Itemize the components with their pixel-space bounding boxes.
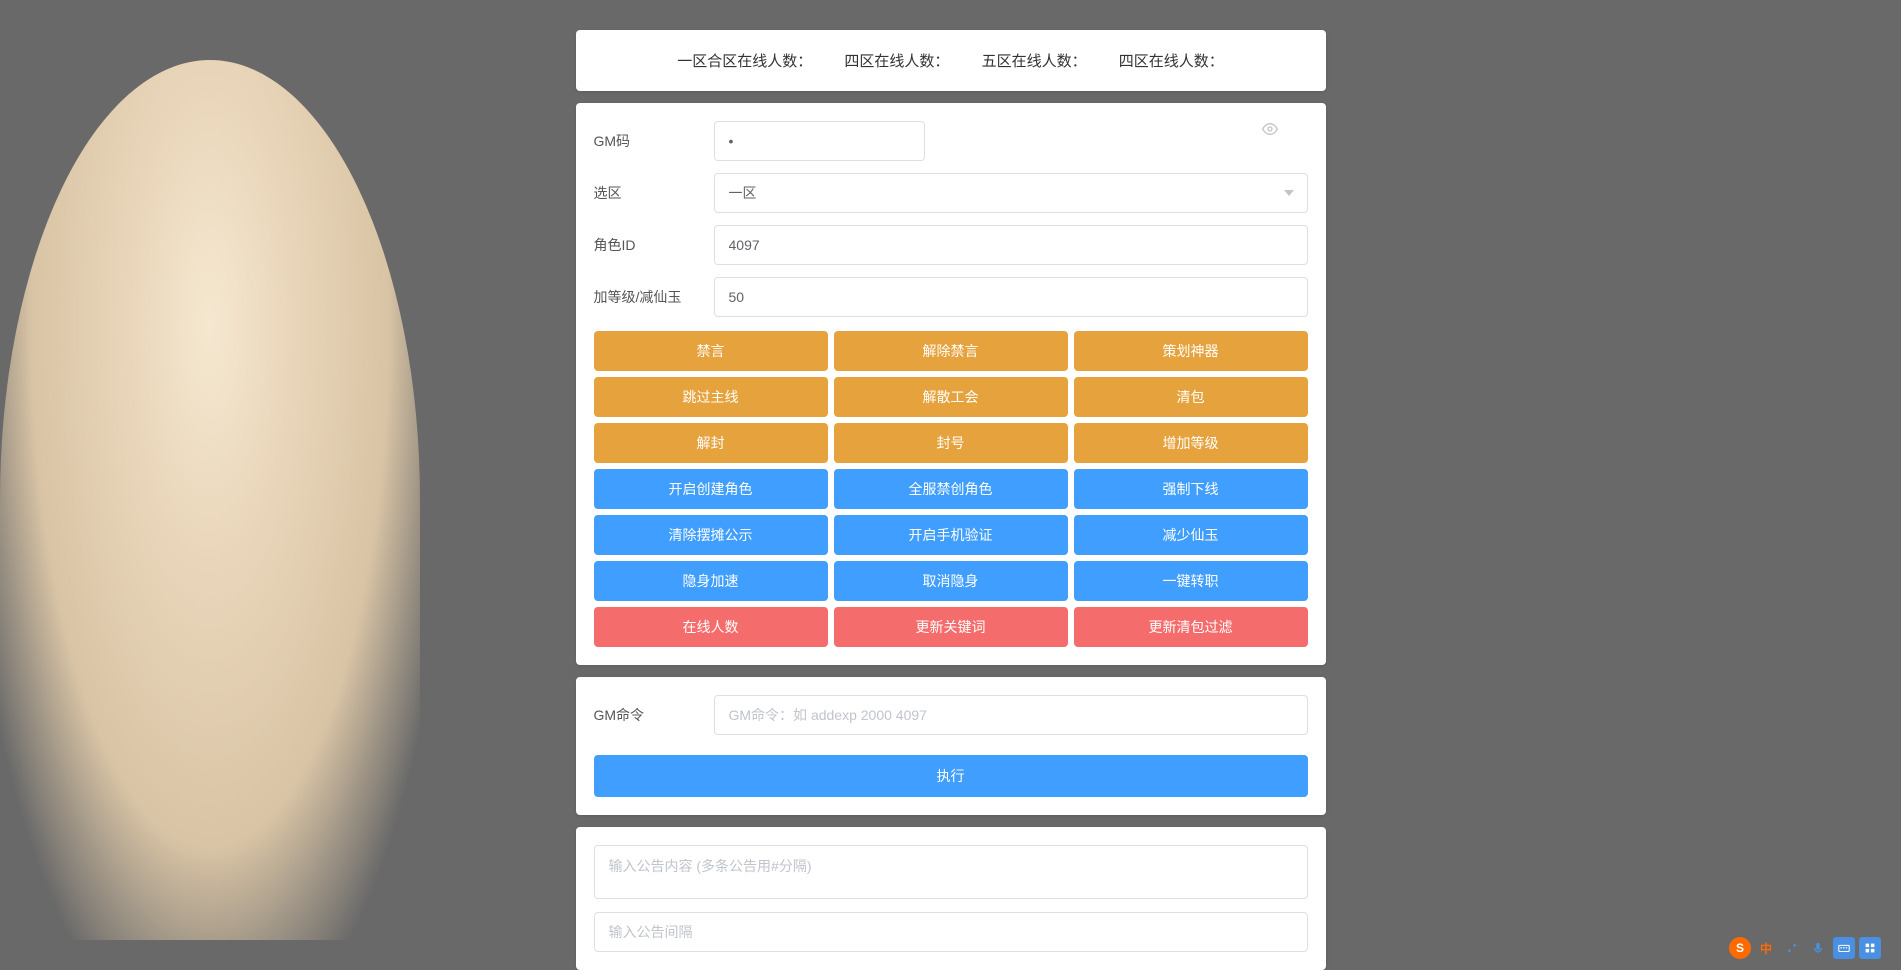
ime-mic-icon[interactable] xyxy=(1807,937,1829,959)
update-keywords-button[interactable]: 更新关键词 xyxy=(834,607,1068,647)
gm-form-card: GM码 选区 角色ID 加等级/减仙玉 禁言 解除禁言 策划神器 xyxy=(576,103,1326,665)
stat-zone4b: 四区在线人数： xyxy=(1119,53,1224,70)
ime-keyboard-icon[interactable] xyxy=(1833,937,1855,959)
roleid-input[interactable] xyxy=(714,225,1308,265)
stat-zone4a: 四区在线人数： xyxy=(844,53,949,70)
ime-punct-icon[interactable] xyxy=(1781,937,1803,959)
ime-lang-button[interactable]: 中 xyxy=(1755,937,1777,959)
gmcode-input[interactable] xyxy=(714,121,925,161)
ime-toolbar: S 中 xyxy=(1729,937,1881,959)
roleid-label: 角色ID xyxy=(594,235,714,255)
ime-grid-icon[interactable] xyxy=(1859,937,1881,959)
unmute-button[interactable]: 解除禁言 xyxy=(834,331,1068,371)
clear-stall-button[interactable]: 清除摆摊公示 xyxy=(594,515,828,555)
cancel-stealth-button[interactable]: 取消隐身 xyxy=(834,561,1068,601)
unban-button[interactable]: 解封 xyxy=(594,423,828,463)
disable-create-role-button[interactable]: 全服禁创角色 xyxy=(834,469,1068,509)
announce-content-input[interactable] xyxy=(594,845,1308,899)
level-input[interactable] xyxy=(714,277,1308,317)
enable-phone-verify-button[interactable]: 开启手机验证 xyxy=(834,515,1068,555)
announce-card xyxy=(576,827,1326,970)
execute-button[interactable]: 执行 xyxy=(594,755,1308,797)
stat-zone1: 一区合区在线人数： xyxy=(677,53,812,70)
plan-artifact-button[interactable]: 策划神器 xyxy=(1074,331,1308,371)
change-job-button[interactable]: 一键转职 xyxy=(1074,561,1308,601)
force-offline-button[interactable]: 强制下线 xyxy=(1074,469,1308,509)
gmcmd-label: GM命令 xyxy=(594,705,714,725)
update-clearbag-filter-button[interactable]: 更新清包过滤 xyxy=(1074,607,1308,647)
ban-button[interactable]: 封号 xyxy=(834,423,1068,463)
zone-label: 选区 xyxy=(594,183,714,203)
ime-logo-icon[interactable]: S xyxy=(1729,937,1751,959)
clear-bag-button[interactable]: 清包 xyxy=(1074,377,1308,417)
enable-create-role-button[interactable]: 开启创建角色 xyxy=(594,469,828,509)
gmcmd-input[interactable] xyxy=(714,695,1308,735)
eye-icon[interactable] xyxy=(1262,121,1278,142)
mute-button[interactable]: 禁言 xyxy=(594,331,828,371)
zone-select[interactable] xyxy=(714,173,1308,213)
stat-zone5: 五区在线人数： xyxy=(982,53,1087,70)
add-level-button[interactable]: 增加等级 xyxy=(1074,423,1308,463)
announce-interval-input[interactable] xyxy=(594,912,1308,952)
level-label: 加等级/减仙玉 xyxy=(594,287,714,307)
gmcode-label: GM码 xyxy=(594,131,714,151)
action-button-grid: 禁言 解除禁言 策划神器 跳过主线 解散工会 清包 解封 封号 增加等级 开启创… xyxy=(594,331,1308,647)
character-image xyxy=(0,60,420,940)
skip-main-button[interactable]: 跳过主线 xyxy=(594,377,828,417)
reduce-jade-button[interactable]: 减少仙玉 xyxy=(1074,515,1308,555)
online-count-button[interactable]: 在线人数 xyxy=(594,607,828,647)
main-container: 一区合区在线人数： 四区在线人数： 五区在线人数： 四区在线人数： GM码 选区… xyxy=(576,0,1326,970)
disband-guild-button[interactable]: 解散工会 xyxy=(834,377,1068,417)
stealth-speed-button[interactable]: 隐身加速 xyxy=(594,561,828,601)
gm-command-card: GM命令 执行 xyxy=(576,677,1326,815)
online-stats-card: 一区合区在线人数： 四区在线人数： 五区在线人数： 四区在线人数： xyxy=(576,30,1326,91)
